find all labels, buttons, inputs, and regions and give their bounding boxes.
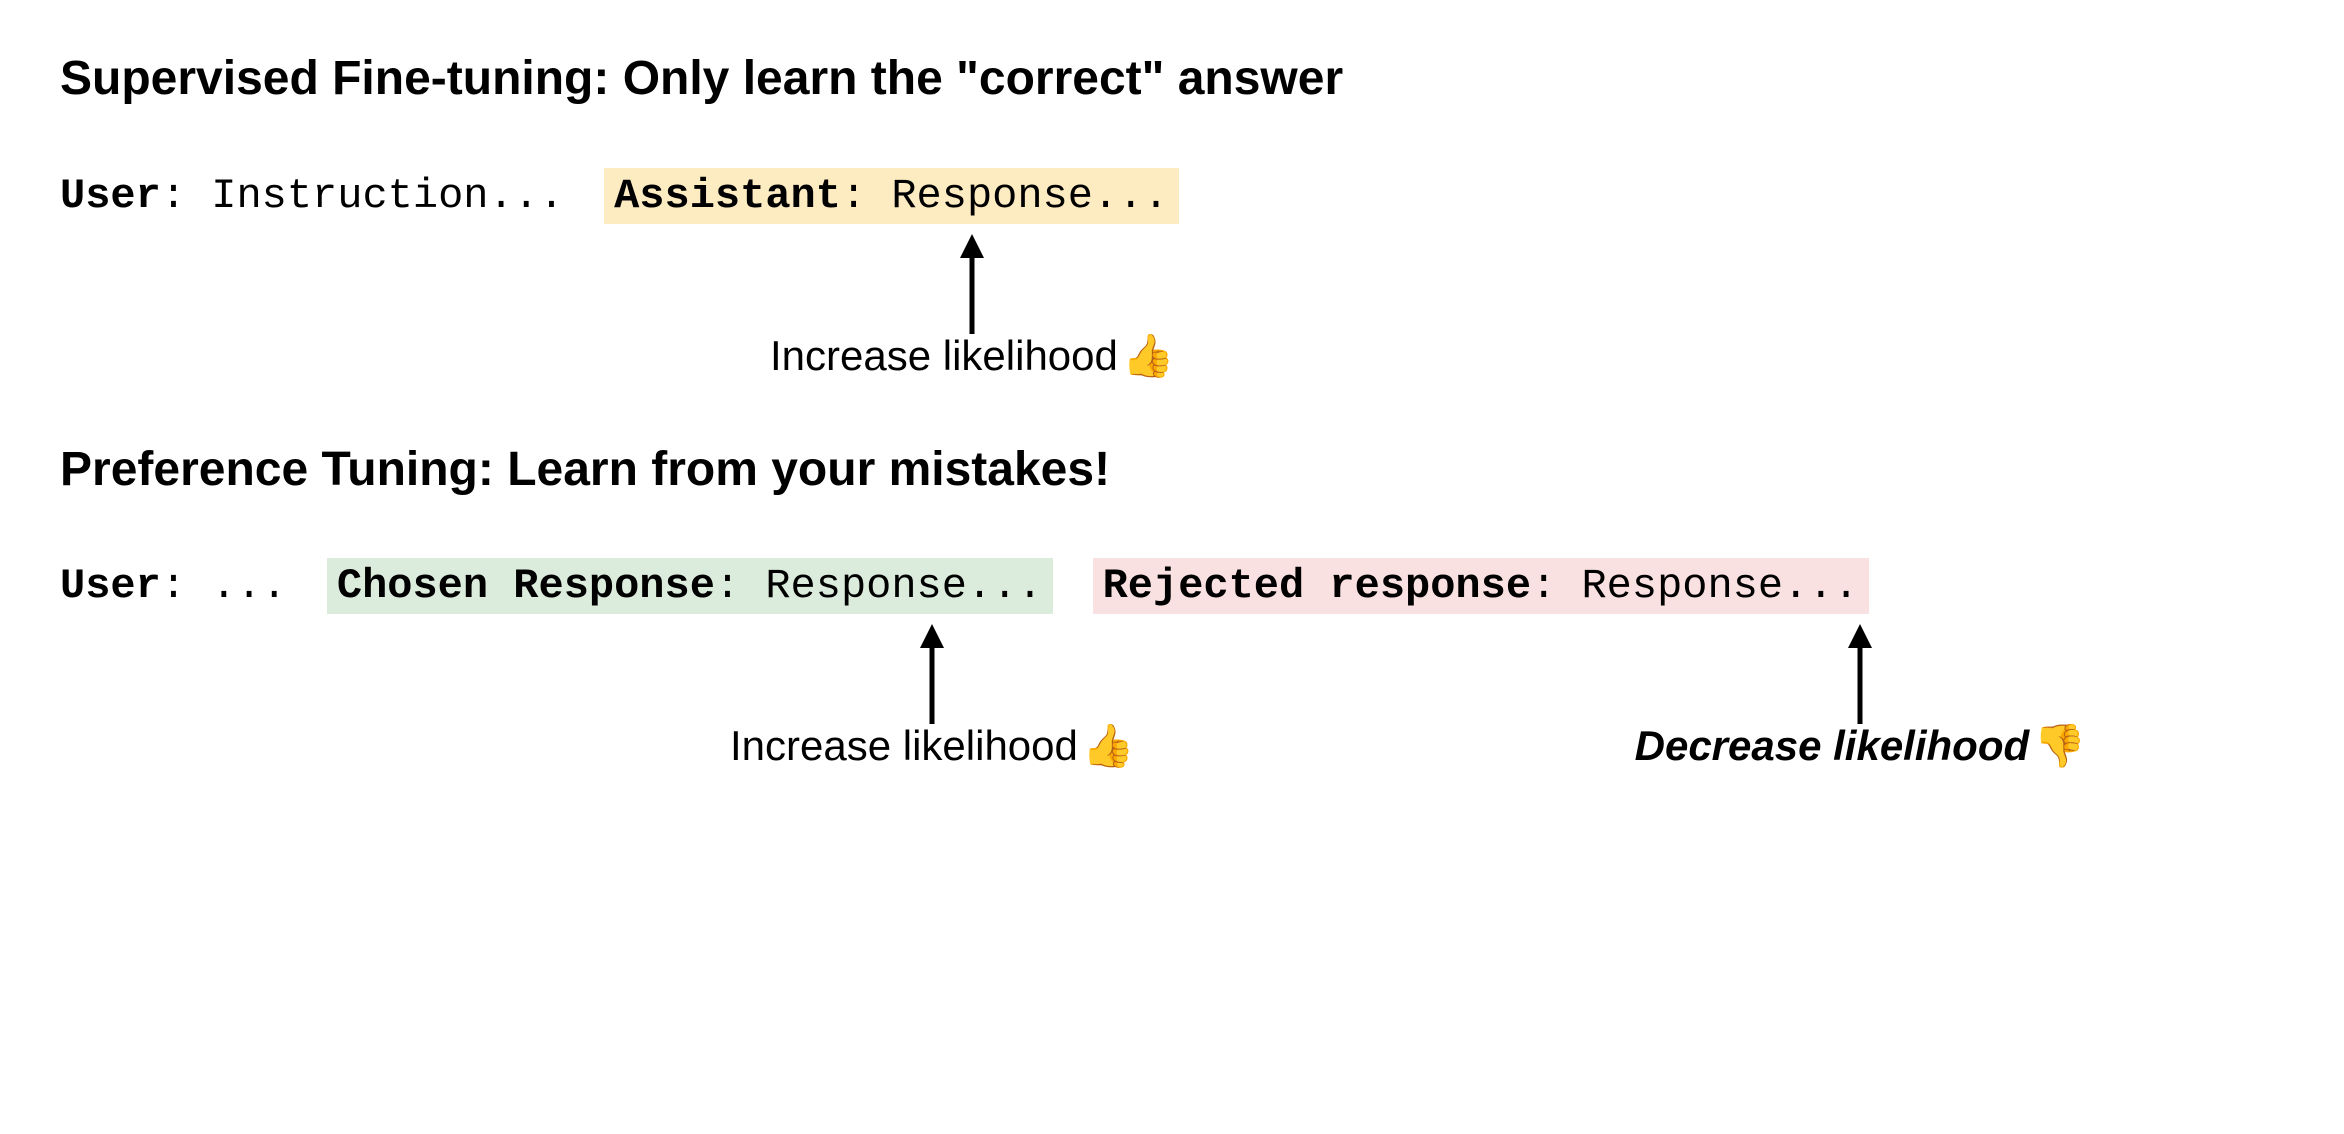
up-arrow-icon [930, 624, 934, 714]
pref-rejected-text: : Response... [1531, 562, 1859, 610]
pref-user-text: : ... [161, 562, 287, 610]
sft-assistant-label: Assistant [614, 172, 841, 220]
pref-rejected-annotation-text: Decrease likelihood [1635, 722, 2030, 769]
thumbs-up-icon: 👍 [1122, 332, 1174, 379]
pref-rejected-annotation-block: Decrease likelihood 👎 [1635, 624, 2086, 771]
sft-title: Supervised Fine-tuning: Only learn the "… [60, 50, 2284, 108]
pref-chosen-block: Chosen Response: Response... [327, 558, 1053, 614]
sft-assistant-text: : Response... [841, 172, 1169, 220]
pref-chosen-label: Chosen Response [337, 562, 715, 610]
sft-annotation-text: Increase likelihood [770, 332, 1118, 379]
thumbs-down-icon: 👎 [2034, 722, 2086, 769]
pref-chosen-annotation-wrap: Increase likelihood 👍 [730, 722, 1135, 771]
pref-chosen-text: : Response... [715, 562, 1043, 610]
pref-chosen-annotation-text: Increase likelihood [730, 722, 1078, 769]
sft-annotation-block: Increase likelihood 👍 [770, 234, 1175, 381]
pref-user-block: User: ... [60, 562, 287, 610]
pref-rejected-annotation-wrap: Decrease likelihood 👎 [1635, 722, 2086, 771]
up-arrow-icon [970, 234, 974, 324]
sft-user-block: User: Instruction... [60, 172, 564, 220]
sft-user-label: User [60, 172, 161, 220]
pref-rejected-block: Rejected response: Response... [1093, 558, 1869, 614]
sft-annotation-row: Increase likelihood 👍 [770, 234, 2284, 381]
pref-rejected-label: Rejected response [1103, 562, 1531, 610]
pref-section: Preference Tuning: Learn from your mista… [60, 441, 2284, 772]
sft-user-text: : Instruction... [161, 172, 564, 220]
sft-section: Supervised Fine-tuning: Only learn the "… [60, 50, 2284, 381]
thumbs-up-icon: 👍 [1082, 722, 1134, 769]
up-arrow-icon [1858, 624, 1862, 714]
pref-chosen-annotation-block: Increase likelihood 👍 [730, 624, 1135, 771]
sft-annotation-wrap: Increase likelihood 👍 [770, 332, 1175, 381]
pref-row: User: ... Chosen Response: Response... R… [60, 558, 2284, 614]
sft-assistant-block: Assistant: Response... [604, 168, 1179, 224]
pref-annotation-row: Increase likelihood 👍 Decrease likelihoo… [60, 624, 2284, 771]
sft-row: User: Instruction... Assistant: Response… [60, 168, 2284, 224]
pref-user-label: User [60, 562, 161, 610]
pref-title: Preference Tuning: Learn from your mista… [60, 441, 2284, 499]
